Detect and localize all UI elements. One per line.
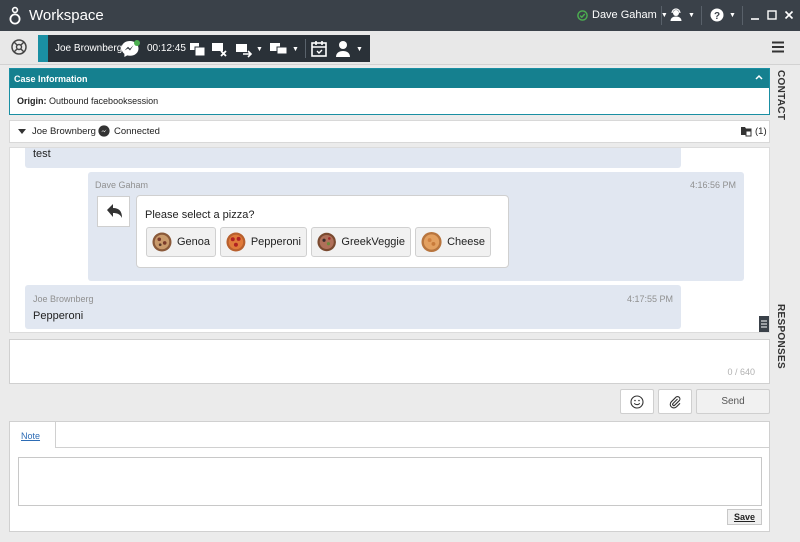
pizza-cheese-icon	[421, 231, 442, 253]
party-name: Joe Brownberg	[32, 126, 96, 137]
case-data-button[interactable]: (1)	[740, 125, 767, 137]
message-time: 4:16:56 PM	[689, 180, 736, 190]
pizza-greekveggie-icon	[317, 232, 336, 252]
conversation-header: Joe Brownberg Connected (1)	[9, 120, 770, 143]
divider	[10, 447, 769, 448]
message-text: test	[33, 148, 51, 160]
chat-transcript[interactable]: test Dave Gaham 4:16:56 PM Please select…	[9, 147, 770, 333]
option-greekveggie-button[interactable]: GreekVeggie	[311, 227, 411, 257]
option-cheese-button[interactable]: Cheese	[415, 227, 491, 257]
origin-label: Origin:	[17, 96, 47, 106]
attach-file-button[interactable]	[658, 389, 692, 414]
option-label: Genoa	[176, 236, 210, 248]
svg-text:?: ?	[714, 11, 720, 22]
case-information-header[interactable]: Case Information	[10, 69, 769, 88]
divider	[305, 39, 306, 58]
chevron-down-icon: ▼	[729, 11, 736, 19]
message-input[interactable]: 0 / 640	[9, 339, 770, 384]
reply-arrow-icon	[107, 204, 122, 218]
pizza-genoa-icon	[152, 232, 172, 252]
option-pepperoni-button[interactable]: Pepperoni	[220, 227, 307, 257]
message-text: Pepperoni	[33, 310, 84, 322]
genesys-logo-icon	[8, 6, 22, 26]
help-icon: ?	[710, 8, 724, 22]
note-textarea[interactable]	[18, 457, 762, 506]
folder-icon	[741, 127, 752, 137]
character-counter: 0 / 640	[727, 367, 755, 377]
pizza-selection-card: Please select a pizza? Genoa Pepperoni G…	[136, 195, 509, 268]
case-origin: Origin: Outbound facebooksession	[17, 96, 158, 106]
origin-value: Outbound facebooksession	[49, 96, 159, 106]
chat-options-menu-button[interactable]: ▼	[268, 39, 299, 59]
minimize-button[interactable]	[749, 9, 761, 21]
agent-name: Dave Gaham	[592, 9, 657, 21]
chevron-down-icon: ▼	[356, 45, 363, 53]
agent-status-menu[interactable]: Dave Gaham ▼	[577, 9, 668, 21]
tab-note[interactable]: Note	[10, 422, 56, 448]
app-title: Workspace	[29, 7, 104, 24]
contact-menu-button[interactable]: ▼	[334, 39, 363, 59]
message-time: 4:17:55 PM	[626, 294, 673, 304]
chat-message-customer: Joe Brownberg 4:17:55 PM Pepperoni	[25, 285, 681, 329]
close-button[interactable]	[783, 9, 795, 21]
messenger-icon	[98, 125, 110, 137]
chat-message-agent: Dave Gaham 4:16:56 PM Please select a pi…	[88, 172, 744, 281]
save-note-button[interactable]: Save	[727, 509, 762, 525]
headset-agent-icon	[669, 8, 683, 22]
title-bar: Workspace Dave Gaham ▼ ▼ ? ▼	[0, 0, 800, 31]
end-chat-button[interactable]	[210, 39, 230, 59]
supervisor-menu-button[interactable]: ▼	[669, 8, 695, 22]
emoji-icon	[630, 394, 644, 409]
hamburger-menu-button[interactable]	[771, 40, 785, 54]
schedule-callback-button[interactable]	[309, 39, 329, 59]
party-status: Connected	[114, 126, 160, 137]
consult-menu-button[interactable]: ▼	[234, 39, 263, 59]
chevron-down-icon: ▼	[256, 45, 263, 53]
reply-button[interactable]	[97, 196, 130, 227]
case-count: (1)	[755, 125, 767, 137]
case-information-title: Case Information	[14, 74, 88, 84]
toolbar: Joe Brownberg 00:12:45 ▼ ▼ ▼	[0, 31, 800, 65]
collapse-icon[interactable]	[755, 73, 763, 81]
contact-side-tab[interactable]: CONTACT	[775, 70, 786, 120]
option-label: Cheese	[447, 236, 485, 248]
paperclip-icon	[669, 395, 681, 408]
message-sender: Joe Brownberg	[33, 294, 94, 304]
divider	[742, 6, 743, 25]
interaction-accent	[38, 35, 48, 62]
case-information-panel: Case Information Origin: Outbound facebo…	[9, 68, 770, 115]
transfer-chat-button[interactable]	[188, 39, 208, 59]
responses-side-tab[interactable]: RESPONSES	[775, 304, 786, 369]
interaction-timer: 00:12:45	[147, 43, 186, 54]
note-panel: Note Save	[9, 421, 770, 532]
interaction-bar[interactable]: Joe Brownberg 00:12:45 ▼ ▼ ▼	[38, 35, 370, 62]
channels-menu-button[interactable]	[10, 38, 28, 56]
pizza-pepperoni-icon	[226, 232, 246, 252]
help-menu-button[interactable]: ? ▼	[710, 8, 736, 22]
card-title: Please select a pizza?	[145, 209, 255, 221]
option-label: Pepperoni	[250, 236, 301, 248]
chevron-down-icon: ▼	[292, 45, 299, 53]
status-ready-icon	[577, 9, 588, 21]
option-genoa-button[interactable]: Genoa	[146, 227, 216, 257]
emoji-button[interactable]	[620, 389, 654, 414]
send-button[interactable]: Send	[696, 389, 770, 414]
maximize-button[interactable]	[766, 9, 778, 21]
interaction-contact-name: Joe Brownberg	[55, 43, 123, 54]
option-label: GreekVeggie	[341, 236, 405, 248]
scroll-marker[interactable]	[759, 316, 769, 332]
divider	[701, 6, 702, 25]
collapse-party-icon[interactable]	[18, 128, 26, 135]
chevron-down-icon: ▼	[688, 11, 695, 19]
message-sender: Dave Gaham	[95, 180, 149, 190]
messenger-icon	[120, 39, 142, 59]
divider	[661, 6, 662, 25]
chat-message: test	[25, 148, 681, 168]
